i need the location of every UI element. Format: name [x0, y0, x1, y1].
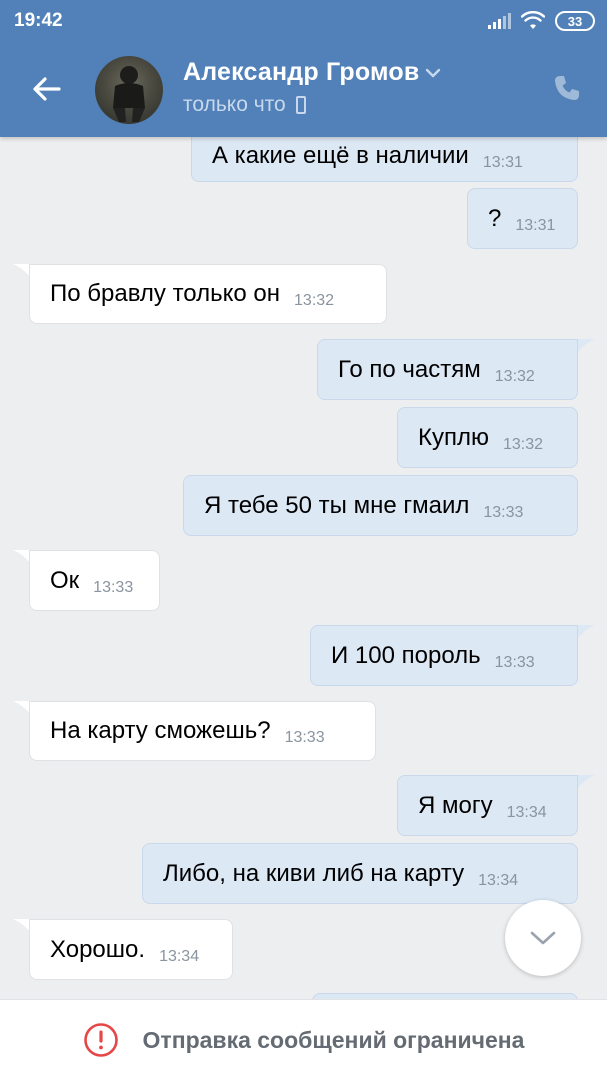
message-restriction-bar: Отправка сообщений ограничена — [0, 999, 607, 1080]
message-incoming[interactable]: Ок 13:33 — [29, 550, 160, 611]
message-time: 13:32 — [494, 367, 535, 385]
message-time: 13:31 — [515, 216, 556, 234]
message-incoming[interactable]: На карту сможешь? 13:33 — [29, 701, 376, 761]
bubble-tail — [577, 775, 595, 789]
status-time: 19:42 — [14, 10, 63, 31]
message-outgoing[interactable]: Го по частям 13:32 — [317, 339, 578, 400]
message-time: 13:33 — [284, 729, 325, 746]
contact-name[interactable]: Александр Громов — [183, 58, 441, 87]
message-outgoing[interactable]: Либо, на киви либ на карту 13:34 — [142, 843, 578, 904]
message-time: 13:33 — [93, 578, 134, 596]
chat-header: 19:42 33 Александр Громов только что — [0, 0, 607, 137]
message-text: Я могу — [418, 791, 493, 819]
contact-name-text: Александр Громов — [183, 58, 420, 86]
avatar[interactable] — [95, 56, 163, 124]
message-outgoing[interactable]: Я могу 13:34 — [397, 775, 578, 836]
message-text: Либо, на киви либ на карту — [163, 859, 465, 887]
message-text: Хорошо. — [50, 935, 146, 963]
status-icons: 33 — [488, 10, 595, 32]
bubble-tail — [577, 339, 595, 353]
message-outgoing[interactable]: ? 13:31 — [467, 188, 578, 249]
message-outgoing[interactable]: Я тебе 50 ты мне гмаил 13:33 — [183, 475, 578, 536]
message-incoming[interactable]: Хорошо. 13:34 — [29, 919, 233, 980]
chevron-down-icon — [426, 68, 441, 77]
message-time: 13:34 — [159, 947, 200, 965]
message-text: По бравлу только он — [50, 280, 281, 307]
message-time: 13:34 — [506, 803, 547, 821]
scroll-down-button[interactable] — [505, 900, 581, 976]
back-arrow-icon[interactable] — [30, 72, 64, 106]
message-outgoing[interactable]: А какие ещё в наличии 13:31 — [191, 137, 578, 182]
message-text: Куплю — [418, 423, 489, 451]
message-time: 13:32 — [502, 435, 544, 453]
phone-icon[interactable] — [551, 72, 583, 104]
message-outgoing[interactable]: И 100 пороль 13:33 — [310, 625, 578, 686]
message-outgoing[interactable]: Куплю 13:32 — [397, 407, 578, 468]
message-text: А какие ещё в наличии — [212, 141, 469, 169]
warning-icon — [83, 1023, 118, 1057]
message-text: ? — [488, 204, 502, 232]
message-incoming[interactable]: По бравлу только он 13:32 — [29, 264, 387, 324]
status-bar: 19:42 33 — [0, 0, 607, 42]
wifi-icon — [521, 11, 545, 29]
message-list[interactable]: А какие ещё в наличии 13:31 ? 13:31 По б… — [0, 137, 607, 999]
chevron-down-icon — [530, 931, 556, 945]
restriction-text: Отправка сообщений ограничена — [142, 1026, 525, 1053]
message-time: 13:33 — [494, 653, 535, 671]
battery-level: 33 — [567, 13, 583, 29]
contact-status-text: только что — [183, 93, 286, 116]
contact-status: только что — [183, 93, 306, 117]
bubble-tail — [577, 625, 595, 639]
message-text: Го по частям — [338, 355, 481, 383]
message-time: 13:33 — [483, 503, 524, 521]
message-text: Я тебе 50 ты мне гмаил — [204, 491, 470, 519]
message-text: На карту сможешь? — [50, 717, 271, 744]
message-time: 13:32 — [294, 292, 335, 309]
message-text: Ок — [50, 566, 80, 594]
message-time: 13:31 — [482, 153, 523, 171]
signal-icon — [488, 13, 511, 29]
battery-icon: 33 — [555, 11, 595, 31]
message-time: 13:34 — [478, 871, 519, 889]
message-text: И 100 пороль — [331, 641, 481, 669]
mobile-icon — [295, 96, 306, 114]
